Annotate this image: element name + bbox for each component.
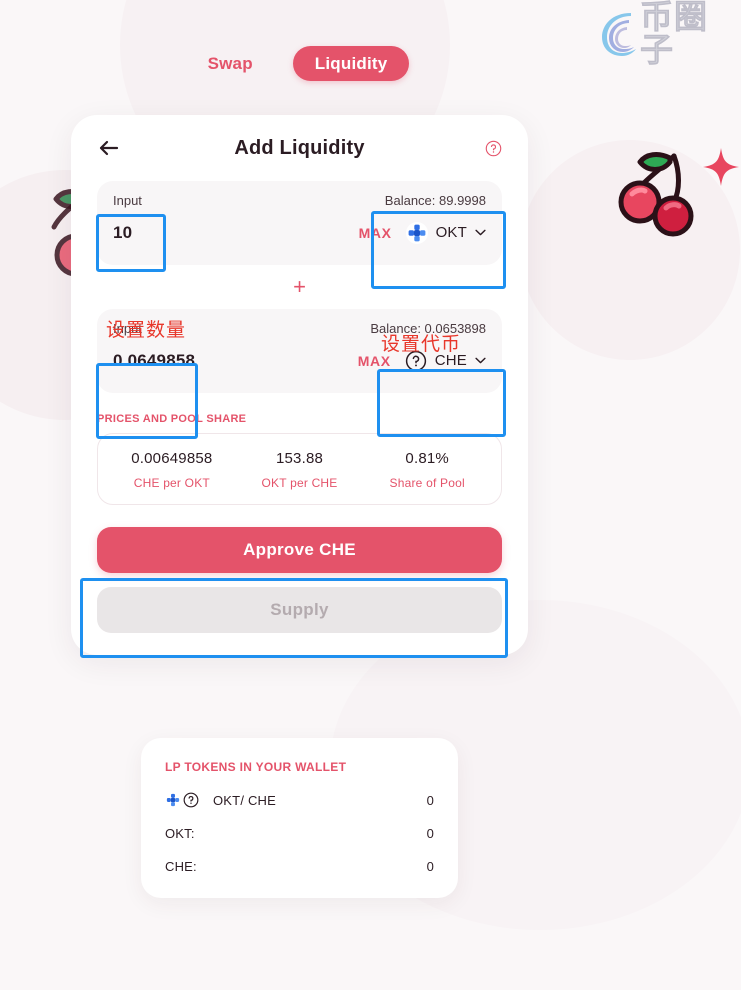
spiral-logo-icon [602, 13, 636, 56]
site-watermark: 币圈子 [598, 0, 733, 66]
pool-stat-caption: Share of Pool [389, 476, 465, 490]
cherry-decoration-icon [618, 152, 694, 237]
input-controls: MAX OKT [359, 221, 486, 244]
mode-tabs: Swap Liquidity [0, 46, 595, 81]
unknown-token-icon [405, 350, 426, 371]
max-button[interactable]: MAX [359, 225, 392, 241]
token-symbol: OKT [435, 224, 467, 242]
chevron-down-icon [475, 229, 486, 236]
balance-label: Balance: 89.9998 [384, 193, 486, 208]
add-liquidity-card: Add Liquidity Input Balance: 89.9998 10 … [71, 115, 528, 655]
lp-pair-name: OKT/ CHE [213, 792, 276, 808]
token-select-che[interactable]: CHE [405, 350, 486, 372]
token-symbol: CHE [434, 352, 467, 370]
pool-stat-value: 0.81% [405, 450, 449, 467]
supply-button: Supply [97, 587, 502, 633]
tab-swap[interactable]: Swap [186, 46, 275, 81]
lp-tokens-title: LP TOKENS IN YOUR WALLET [165, 760, 347, 774]
lp-token-name: OKT: [165, 826, 195, 841]
max-button[interactable]: MAX [358, 353, 391, 369]
balance-label: Balance: 0.0653898 [370, 321, 486, 336]
pool-stat-caption: OKT per CHE [261, 476, 338, 490]
input-label: Input [113, 321, 142, 336]
approve-button[interactable]: Approve CHE [97, 527, 502, 573]
okt-token-icon [165, 792, 181, 808]
list-item: CHE: 0 [165, 859, 434, 874]
okt-token-icon [405, 221, 428, 244]
pool-stat: 0.00649858 CHE per OKT [108, 450, 236, 490]
input-label: Input [113, 193, 142, 208]
unknown-token-icon [183, 792, 199, 808]
lp-tokens-card: LP TOKENS IN YOUR WALLET OKT/ CHE 0 OKT:… [141, 738, 458, 898]
help-circle-icon[interactable] [485, 140, 502, 157]
back-arrow-icon[interactable] [97, 136, 121, 160]
pool-stat: 0.81% Share of Pool [363, 450, 491, 490]
lp-token-name: CHE: [165, 859, 197, 874]
card-actions: Approve CHE Supply [97, 527, 502, 633]
background-blob [520, 140, 740, 360]
watermark-text: 币圈子 [640, 0, 708, 68]
prices-and-pool-share: 0.00649858 CHE per OKT 153.88 OKT per CH… [97, 433, 502, 505]
pool-stat: 153.88 OKT per CHE [236, 450, 364, 490]
list-item: OKT: 0 [165, 826, 434, 841]
amount-input[interactable]: 0.0649858 [113, 351, 195, 371]
page-title: Add Liquidity [234, 136, 365, 159]
plus-icon: + [293, 274, 306, 299]
lp-token-amount: 0 [426, 826, 434, 841]
list-item: OKT/ CHE 0 [165, 792, 434, 808]
tab-liquidity[interactable]: Liquidity [292, 46, 410, 81]
sparkle-decoration-icon [703, 148, 739, 186]
pool-stat-caption: CHE per OKT [133, 476, 210, 490]
input-panel-okt: Input Balance: 89.9998 10 MAX OKT [97, 181, 502, 265]
card-header: Add Liquidity [71, 115, 528, 181]
chevron-down-icon [475, 357, 486, 364]
amount-input[interactable]: 10 [113, 223, 132, 243]
lp-token-amount: 0 [426, 859, 434, 874]
card-body: Input Balance: 89.9998 10 MAX OKT + Inpu… [71, 181, 528, 633]
lp-pair-icons [165, 792, 199, 808]
lp-pair-amount: 0 [426, 792, 434, 808]
input-panel-che: Input Balance: 0.0653898 0.0649858 MAX C… [97, 309, 502, 393]
pool-stat-value: 0.00649858 [131, 450, 213, 467]
prices-section-title: PRICES AND POOL SHARE [97, 413, 247, 425]
token-select-okt[interactable]: OKT [405, 221, 486, 244]
pool-stat-value: 153.88 [275, 450, 324, 467]
input-controls: MAX CHE [358, 350, 486, 372]
plus-divider: + [97, 265, 502, 309]
